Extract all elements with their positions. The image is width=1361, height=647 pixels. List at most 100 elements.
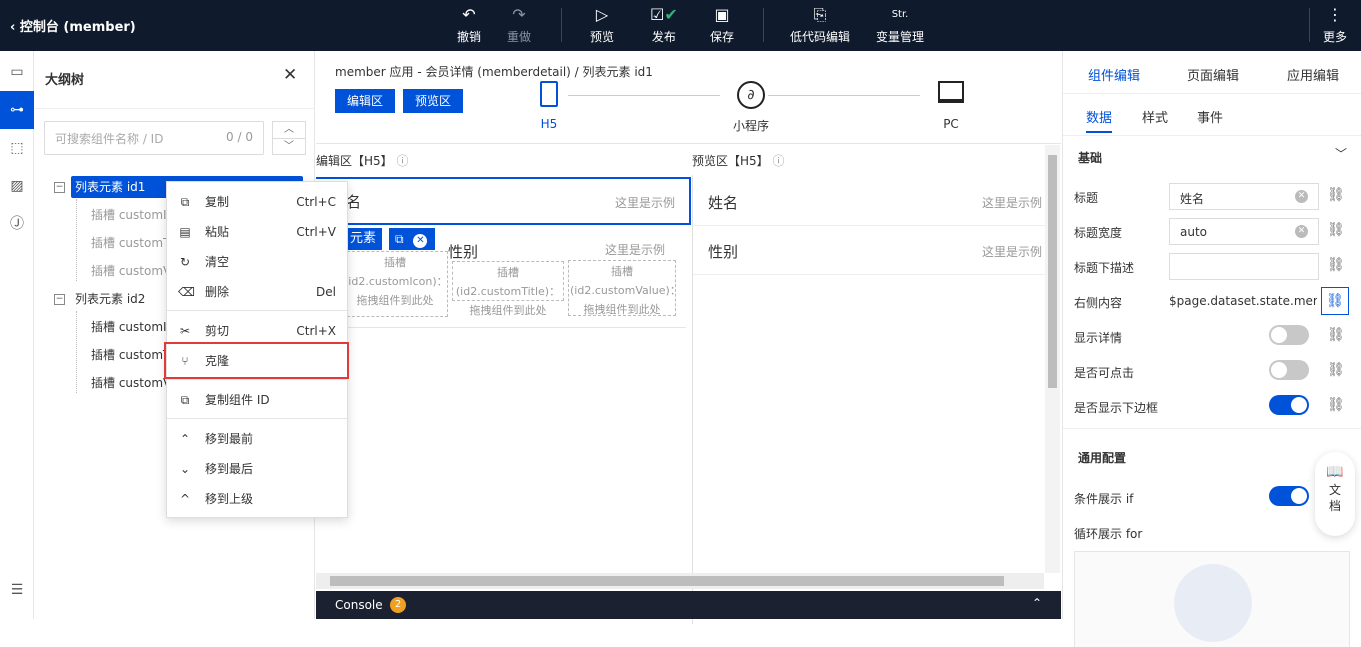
tab-app-edit[interactable]: 应用编辑: [1287, 65, 1339, 84]
slot-custom-icon[interactable]: 插槽 (id2.customIcon)：拖拽组件到此处: [342, 251, 448, 317]
subtab-style[interactable]: 样式: [1142, 107, 1168, 126]
chevron-down-icon[interactable]: ﹀: [273, 138, 305, 155]
more-button[interactable]: ⋮ 更多: [1323, 4, 1347, 45]
link-icon[interactable]: ⛓: [1327, 397, 1345, 413]
outline-search-input[interactable]: 可搜索组件名称 / ID 0 / 0: [44, 121, 264, 155]
variable-manage-button[interactable]: Str. 变量管理: [876, 4, 924, 45]
preview-button[interactable]: ▷ 预览: [590, 4, 614, 45]
device-pc[interactable]: PC: [936, 81, 966, 131]
refresh-icon: ↻: [179, 255, 191, 269]
chevron-up-icon[interactable]: ⌃: [1032, 596, 1042, 610]
console-badge: 2: [390, 597, 406, 613]
tab-component-edit[interactable]: 组件编辑: [1088, 65, 1140, 84]
tree-node-id2[interactable]: 列表元素 id2: [75, 288, 145, 310]
pages-icon[interactable]: ▭: [0, 53, 34, 91]
preview-list-item-1: 姓名 这里是示例: [693, 177, 1045, 226]
chevron-left-icon: ‹: [10, 20, 20, 35]
section-basic[interactable]: 基础: [1078, 149, 1102, 166]
link-icon[interactable]: ⛓: [1321, 287, 1349, 315]
media-icon[interactable]: ▨: [0, 167, 34, 205]
subtab-event[interactable]: 事件: [1197, 107, 1223, 126]
selected-component-tag[interactable]: 元素: [344, 228, 383, 250]
js-icon[interactable]: Ⓙ: [0, 205, 34, 243]
subtitle-input[interactable]: [1169, 253, 1319, 280]
chevron-up-icon[interactable]: ︿: [273, 122, 305, 138]
tree-slot-item[interactable]: 插槽 customTi: [91, 232, 173, 254]
show-detail-toggle[interactable]: [1269, 325, 1309, 345]
vertical-scrollbar[interactable]: [1045, 145, 1060, 573]
tree-slot-item[interactable]: 插槽 customTi: [91, 344, 173, 366]
edit-area-button[interactable]: 编辑区: [335, 89, 396, 113]
menu-item-delete[interactable]: ⌫ 删除 Del: [167, 277, 347, 307]
clickable-toggle[interactable]: [1269, 360, 1309, 380]
components-icon[interactable]: ⬚: [0, 129, 34, 167]
copy-icon[interactable]: ⧉: [395, 232, 404, 246]
prop-label: 标题: [1074, 191, 1099, 205]
section-general[interactable]: 通用配置: [1078, 449, 1126, 466]
device-miniprogram[interactable]: ∂ 小程序: [726, 81, 776, 134]
slot-custom-value[interactable]: 插槽 (id2.customValue)：拖拽组件到此处: [568, 260, 681, 316]
bottom-border-toggle[interactable]: [1269, 395, 1309, 415]
lowcode-edit-button[interactable]: ⎘ 低代码编辑: [790, 4, 850, 45]
back-button[interactable]: ‹ 控制台 (member): [10, 16, 136, 35]
publish-icon: ☑✔: [650, 5, 678, 24]
top-toolbar: ‹ 控制台 (member) ↶ 撤销 ↷ 重做 ▷ 预览 ☑✔ 发布 ▣ 保存 ⎘ 低代码…: [0, 0, 1361, 51]
tree-slot-item[interactable]: 插槽 customVa: [91, 260, 178, 282]
prop-label: 标题宽度: [1074, 226, 1123, 240]
condition-toggle[interactable]: [1269, 486, 1309, 506]
highlight-box: [164, 342, 349, 379]
prop-label: 显示详情: [1074, 331, 1123, 345]
device-h5[interactable]: H5: [534, 81, 564, 131]
clear-icon[interactable]: ✕: [1295, 225, 1308, 238]
slot-custom-title[interactable]: 插槽(id2.customTitle)：拖拽组件到此处: [452, 261, 564, 317]
menu-item-paste[interactable]: ▤ 粘贴 Ctrl+V: [167, 217, 347, 247]
menu-item-copy-id[interactable]: ⧉ 复制组件 ID: [167, 385, 347, 415]
tree-slot-item[interactable]: 插槽 customIc: [91, 204, 173, 226]
save-button[interactable]: ▣ 保存: [710, 4, 734, 45]
right-content-value[interactable]: $page.dataset.state.memb...: [1169, 294, 1317, 308]
clear-icon[interactable]: ✕: [1295, 190, 1308, 203]
horizontal-scrollbar[interactable]: [316, 573, 1044, 589]
title-input[interactable]: 姓名 ✕: [1169, 183, 1319, 210]
code-file-icon: ⎘: [813, 5, 827, 24]
subtab-data[interactable]: 数据: [1086, 107, 1112, 126]
property-panel: 组件编辑 页面编辑 应用编辑 数据 样式 事件 基础 ﹀ 标题 姓名 ✕ ⛓ 标题…: [1062, 51, 1361, 647]
collapse-toggle-icon[interactable]: −: [54, 294, 65, 305]
undo-button[interactable]: ↶ 撤销: [457, 4, 481, 45]
close-icon[interactable]: ✕: [283, 65, 297, 85]
doc-button[interactable]: 📖 文档: [1315, 452, 1355, 536]
save-icon: ▣: [714, 5, 730, 24]
link-icon[interactable]: ⛓: [1327, 187, 1345, 203]
title-width-input[interactable]: auto ✕: [1169, 218, 1319, 245]
link-icon[interactable]: ⛓: [1327, 257, 1345, 273]
link-icon[interactable]: ⛓: [1327, 327, 1345, 343]
chevron-down-icon[interactable]: ﹀: [1335, 145, 1347, 162]
menu-item-copy[interactable]: ⧉ 复制 Ctrl+C: [167, 187, 347, 217]
preview-area-button[interactable]: 预览区: [403, 89, 464, 113]
preview-list-item-2: 性别 这里是示例: [693, 226, 1045, 275]
redo-icon: ↷: [512, 5, 526, 24]
tree-slot-item[interactable]: 插槽 customIc: [91, 316, 173, 338]
link-icon[interactable]: ⛓: [1327, 222, 1345, 238]
menu-item-clear[interactable]: ↻ 清空: [167, 247, 347, 277]
double-chevron-up-icon: ⌃: [179, 432, 191, 446]
console-bar[interactable]: Console 2 ⌃: [316, 591, 1061, 619]
menu-item-move-parent[interactable]: ^ 移到上级: [167, 484, 347, 514]
prop-label: 条件展示 if: [1074, 492, 1134, 506]
close-icon[interactable]: ✕: [413, 234, 428, 248]
search-stepper[interactable]: ︿ ﹀: [272, 121, 306, 155]
publish-button[interactable]: ☑✔ 发布: [650, 4, 678, 45]
menu-item-move-last[interactable]: ⌄ 移到最后: [167, 454, 347, 484]
list-item-id1[interactable]: 名 这里是示例: [316, 177, 691, 225]
collapse-panel-icon[interactable]: ☰: [0, 571, 34, 609]
prop-label: 右侧内容: [1074, 296, 1123, 310]
info-icon: ⓘ: [772, 154, 785, 168]
phone-icon: [540, 81, 558, 107]
undo-icon: ↶: [462, 5, 476, 24]
tab-page-edit[interactable]: 页面编辑: [1187, 65, 1239, 84]
collapse-toggle-icon[interactable]: −: [54, 182, 65, 193]
menu-item-move-front[interactable]: ⌃ 移到最前: [167, 424, 347, 454]
redo-button[interactable]: ↷ 重做: [507, 4, 531, 45]
link-icon[interactable]: ⛓: [1327, 362, 1345, 378]
outline-tree-icon[interactable]: ⊶: [0, 91, 34, 129]
